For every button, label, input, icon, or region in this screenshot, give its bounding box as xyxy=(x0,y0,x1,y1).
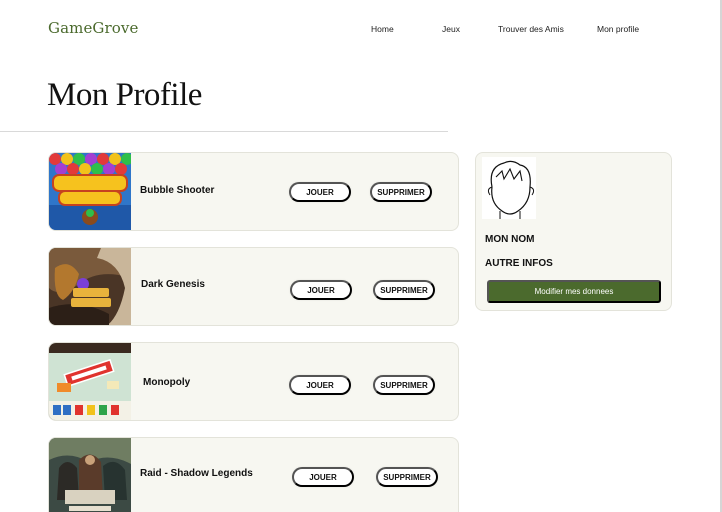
game-title: Raid - Shadow Legends xyxy=(140,468,253,479)
nav-find-friends-link[interactable]: Trouver des Amis xyxy=(498,24,564,34)
edit-profile-button[interactable]: Modifier mes donnees xyxy=(487,280,661,303)
game-card-dark-genesis: Dark Genesis JOUER SUPPRIMER xyxy=(48,247,459,326)
game-title: Dark Genesis xyxy=(141,279,205,290)
play-button[interactable]: JOUER xyxy=(289,182,351,202)
profile-info: AUTRE INFOS xyxy=(485,258,553,269)
title-divider xyxy=(0,131,448,132)
game-thumbnail xyxy=(49,248,131,325)
game-thumbnail xyxy=(49,343,131,420)
game-card-bubble-shooter: Bubble Shooter JOUER SUPPRIMER xyxy=(48,152,459,231)
delete-button[interactable]: SUPPRIMER xyxy=(370,182,432,202)
play-button[interactable]: JOUER xyxy=(292,467,354,487)
dark-genesis-artwork xyxy=(49,248,131,325)
face-sketch-icon xyxy=(482,157,536,219)
game-card-raid-shadow-legends: Raid - Shadow Legends JOUER SUPPRIMER xyxy=(48,437,459,512)
page-title: Mon Profile xyxy=(47,77,202,113)
game-title: Bubble Shooter xyxy=(140,185,215,196)
site-logo[interactable]: GameGrove xyxy=(48,19,138,37)
game-title: Monopoly xyxy=(143,377,191,388)
play-button[interactable]: JOUER xyxy=(289,375,351,395)
game-thumbnail xyxy=(49,438,131,512)
nav-games-link[interactable]: Jeux xyxy=(442,24,460,34)
monopoly-board-artwork xyxy=(49,343,131,420)
game-thumbnail xyxy=(49,153,131,230)
delete-button[interactable]: SUPPRIMER xyxy=(373,280,435,300)
nav-home-link[interactable]: Home xyxy=(371,24,394,34)
delete-button[interactable]: SUPPRIMER xyxy=(373,375,435,395)
game-card-monopoly: Monopoly JOUER SUPPRIMER xyxy=(48,342,459,421)
bubble-shooter-artwork xyxy=(49,153,131,230)
avatar xyxy=(482,157,536,219)
nav-my-profile-link[interactable]: Mon profile xyxy=(597,24,639,34)
profile-card: MON NOM AUTRE INFOS Modifier mes donnees xyxy=(475,152,672,311)
profile-name: MON NOM xyxy=(485,234,535,245)
play-button[interactable]: JOUER xyxy=(290,280,352,300)
delete-button[interactable]: SUPPRIMER xyxy=(376,467,438,487)
site-header: GameGrove Home Jeux Trouver des Amis Mon… xyxy=(0,0,722,60)
raid-shadow-legends-artwork xyxy=(49,438,131,512)
